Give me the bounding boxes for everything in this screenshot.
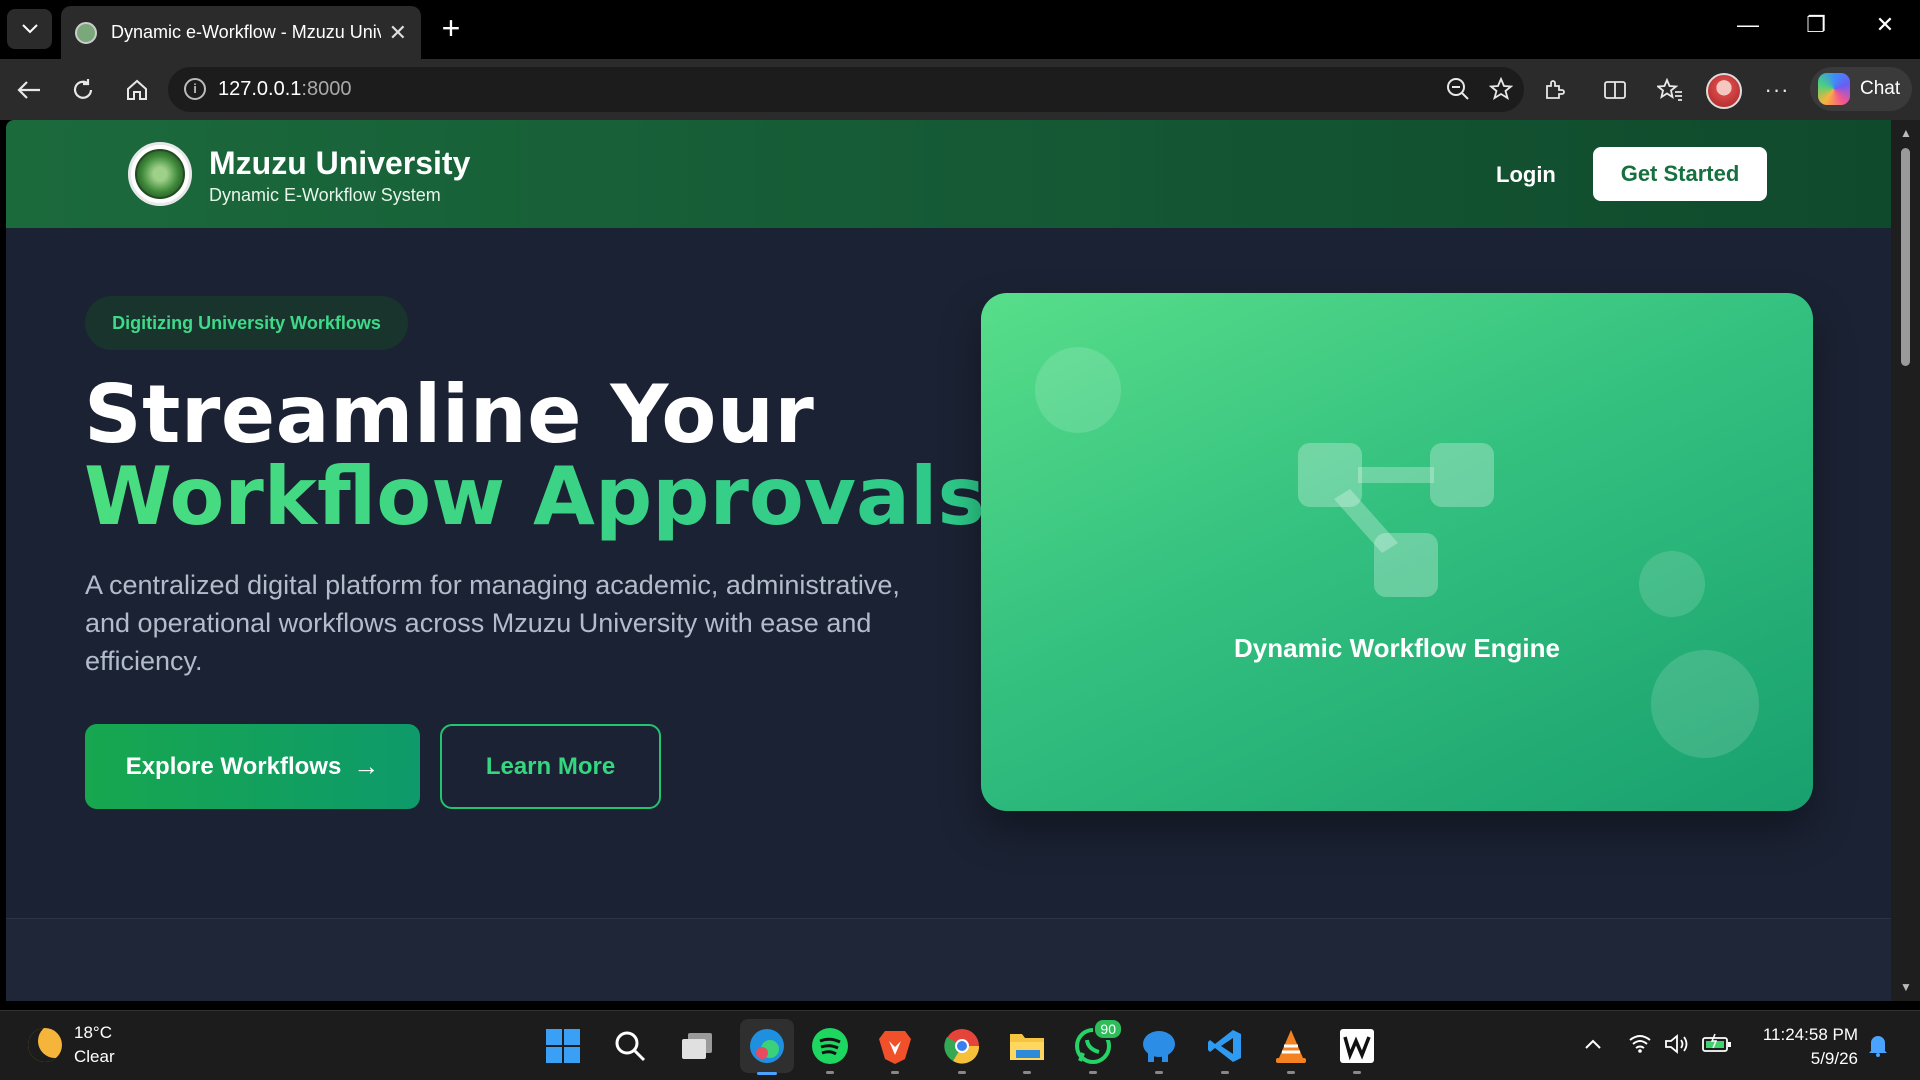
brand-name[interactable]: Mzuzu University	[209, 145, 470, 182]
notification-count-badge: 90	[1093, 1018, 1123, 1040]
whatsapp-app[interactable]: 90	[1071, 1018, 1123, 1074]
vlc-cone-icon	[1276, 1030, 1306, 1063]
page-viewport: Mzuzu University Dynamic E-Workflow Syst…	[6, 120, 1891, 1001]
search-icon	[615, 1031, 646, 1062]
chevron-down-icon	[21, 24, 38, 34]
notes-app[interactable]	[1335, 1024, 1379, 1074]
get-started-button[interactable]: Get Started	[1593, 147, 1767, 201]
w-logo-icon	[1340, 1029, 1374, 1063]
hero-badge: Digitizing University Workflows	[85, 296, 408, 350]
explore-workflows-label: Explore Workflows	[125, 752, 342, 780]
university-logo[interactable]	[128, 142, 192, 206]
new-tab-button[interactable]: +	[436, 12, 466, 44]
reload-icon[interactable]	[66, 73, 100, 107]
chrome-app[interactable]	[940, 1024, 984, 1074]
workflow-engine-card: Dynamic Workflow Engine	[981, 293, 1813, 811]
favicon-icon	[75, 21, 97, 44]
spotify-icon	[812, 1028, 848, 1064]
vscode-icon	[1208, 1030, 1241, 1062]
hero-description: A centralized digital platform for manag…	[85, 570, 900, 676]
search-button[interactable]	[608, 1024, 652, 1068]
favorites-icon[interactable]	[1655, 75, 1685, 105]
scroll-up-icon[interactable]: ▲	[1900, 126, 1912, 140]
hero-headline-line1: Streamline Your	[84, 368, 815, 461]
decorative-circle	[1639, 551, 1705, 617]
notification-bell-icon[interactable]	[1868, 1033, 1888, 1063]
address-bar[interactable]: i 127.0.0.1:8000	[168, 67, 1524, 112]
extensions-icon[interactable]	[1540, 75, 1570, 105]
tab-list-button[interactable]	[7, 9, 52, 49]
task-view-icon	[682, 1033, 712, 1059]
brave-app[interactable]	[873, 1024, 917, 1074]
page-scrollbar[interactable]: ▲ ▼	[1891, 120, 1920, 1001]
decorative-circle	[1651, 650, 1759, 758]
login-link[interactable]: Login	[1496, 162, 1556, 188]
elephant-icon	[1143, 1031, 1175, 1062]
next-section	[6, 919, 1891, 1001]
decorative-circle	[1035, 347, 1121, 433]
weather-widget[interactable]: 18°C Clear	[28, 1021, 115, 1069]
home-icon[interactable]	[120, 73, 154, 107]
elephant-app[interactable]	[1137, 1024, 1181, 1074]
battery-icon[interactable]	[1702, 1033, 1732, 1059]
arrow-right-icon: →	[353, 751, 380, 781]
file-explorer-app[interactable]	[1005, 1024, 1049, 1074]
temperature: 18°C	[74, 1023, 112, 1042]
volume-icon[interactable]	[1664, 1033, 1690, 1061]
show-hidden-icons[interactable]	[1584, 1033, 1602, 1056]
scroll-thumb[interactable]	[1901, 148, 1910, 366]
minimize-icon[interactable]: —	[1728, 12, 1768, 38]
task-view-button[interactable]	[675, 1024, 719, 1068]
profile-avatar[interactable]	[1706, 73, 1742, 109]
site-info-icon[interactable]: i	[184, 78, 206, 100]
back-icon[interactable]	[12, 73, 46, 107]
edge-app[interactable]	[740, 1019, 794, 1075]
wifi-icon[interactable]	[1628, 1033, 1652, 1059]
clock-time: 11:24:58 PM	[1762, 1025, 1858, 1044]
favorite-star-icon[interactable]	[1486, 74, 1516, 104]
weather-condition: Clear	[74, 1047, 115, 1066]
vscode-app[interactable]	[1203, 1024, 1247, 1074]
spotify-app[interactable]	[808, 1024, 852, 1074]
close-tab-icon[interactable]: ✕	[389, 20, 407, 46]
vlc-app[interactable]	[1269, 1024, 1313, 1074]
windows-taskbar: 18°C Clear 90 11:24:58 PM 5/9/26	[0, 1010, 1920, 1080]
browser-tab-bar: Dynamic e-Workflow - Mzuzu Univ ✕ + — ❐ …	[0, 0, 1920, 59]
learn-more-button[interactable]: Learn More	[440, 724, 661, 809]
split-screen-icon[interactable]	[1600, 75, 1630, 105]
windows-logo-icon	[546, 1029, 580, 1063]
brave-lion-icon	[879, 1031, 911, 1064]
explore-workflows-button[interactable]: Explore Workflows →	[85, 724, 420, 809]
chat-label: Chat	[1860, 78, 1901, 99]
edge-icon	[750, 1029, 784, 1063]
scroll-down-icon[interactable]: ▼	[1900, 980, 1912, 994]
engine-label: Dynamic Workflow Engine	[1233, 633, 1560, 663]
brand-subtitle: Dynamic E-Workflow System	[209, 185, 441, 205]
zoom-out-icon[interactable]	[1443, 74, 1473, 104]
crest-icon	[135, 149, 185, 199]
start-button[interactable]	[541, 1024, 585, 1068]
copilot-chat-button[interactable]: Chat	[1810, 67, 1912, 111]
system-clock[interactable]: 11:24:58 PM 5/9/26	[1740, 1023, 1858, 1071]
close-window-icon[interactable]: ✕	[1865, 12, 1905, 38]
browser-toolbar: i 127.0.0.1:8000 ··· Chat	[0, 59, 1920, 120]
copilot-icon	[1818, 73, 1850, 105]
folder-icon	[1010, 1034, 1044, 1060]
restore-icon[interactable]: ❐	[1796, 12, 1836, 38]
tab-title: Dynamic e-Workflow - Mzuzu Univ	[111, 22, 381, 42]
clock-date: 5/9/26	[1810, 1049, 1858, 1068]
moon-icon	[28, 1028, 62, 1062]
url-host: 127.0.0.1	[218, 78, 302, 100]
more-options-icon[interactable]: ···	[1762, 75, 1792, 105]
chrome-icon	[944, 1029, 980, 1064]
browser-tab-active[interactable]: Dynamic e-Workflow - Mzuzu Univ ✕	[61, 6, 421, 59]
site-header: Mzuzu University Dynamic E-Workflow Syst…	[6, 120, 1891, 228]
url-port: :8000	[301, 78, 352, 100]
workflow-diagram-icon	[1298, 443, 1494, 597]
hero-headline-line2: Workflow Approvals	[84, 450, 986, 543]
